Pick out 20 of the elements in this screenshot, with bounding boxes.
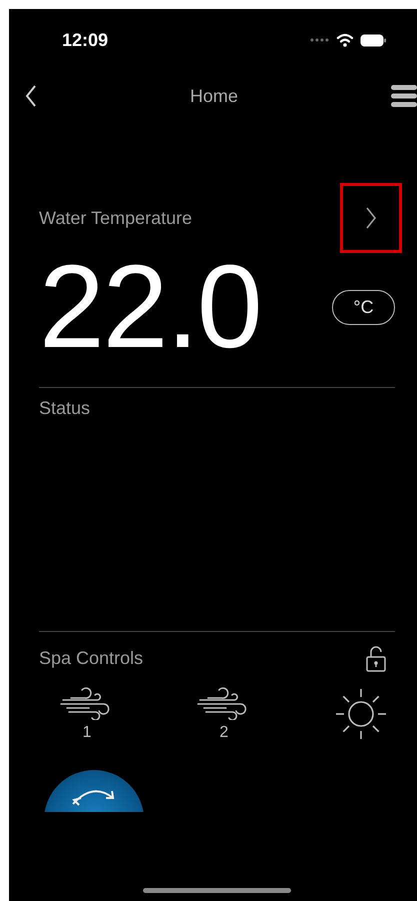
- back-chevron-icon: [25, 85, 37, 107]
- section-label: Status: [39, 398, 92, 419]
- wifi-icon: [336, 33, 354, 47]
- unlocked-button[interactable]: [365, 646, 387, 672]
- signal-dots-icon: [310, 38, 330, 42]
- nav-title: Home: [190, 86, 238, 106]
- section-label: Water Temperature: [39, 208, 192, 228]
- temperature-value: 22.0: [39, 243, 261, 373]
- jets-button[interactable]: 1: [59, 686, 115, 742]
- open-padlock-icon: [365, 646, 387, 672]
- jets-button[interactable]: 2: [196, 686, 252, 742]
- unit-toggle[interactable]: °C: [332, 290, 395, 326]
- details-button[interactable]: [340, 183, 402, 253]
- battery-icon: [360, 34, 387, 46]
- section-label: Spa Controls: [39, 648, 144, 670]
- menu-button[interactable]: [390, 85, 417, 107]
- back-button[interactable]: [25, 85, 37, 107]
- status-time: 12:09: [62, 30, 108, 50]
- menu-icon: [390, 85, 417, 107]
- chevron-right-icon: [365, 206, 377, 230]
